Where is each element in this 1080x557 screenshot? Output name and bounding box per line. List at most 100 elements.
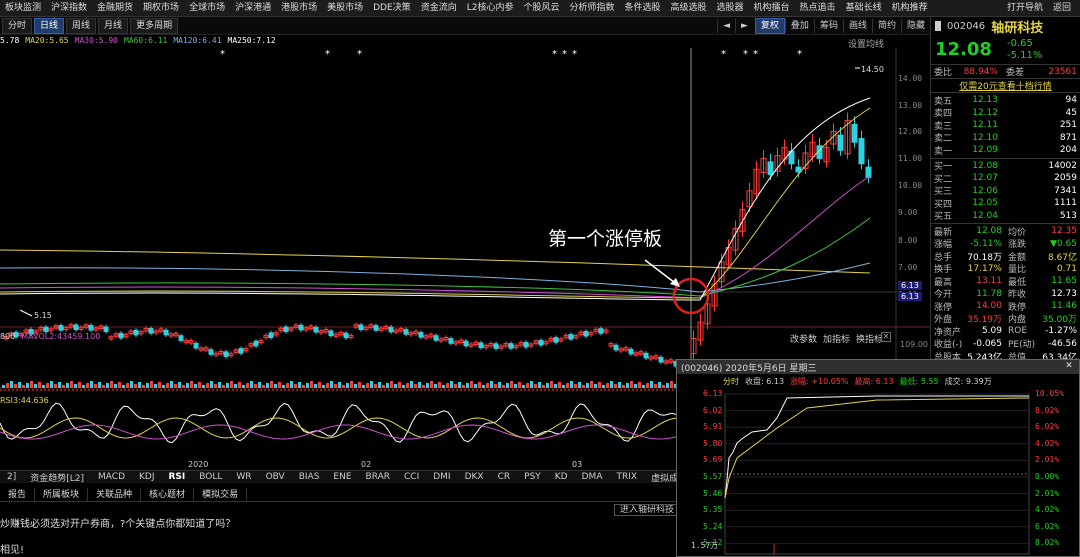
toolbar-button[interactable]: 隐藏	[900, 18, 930, 33]
arrow-left-icon[interactable]: ◄	[717, 18, 735, 33]
event-marker[interactable]: *	[721, 49, 726, 60]
info-tab[interactable]: 所属板块	[35, 488, 89, 501]
indicator-tab[interactable]: KDJ	[132, 472, 162, 482]
panel-toggle-icon[interactable]	[935, 21, 941, 31]
indicator-tab[interactable]: ENE	[326, 472, 358, 482]
event-marker[interactable]: *	[562, 49, 567, 60]
volume-bar	[82, 385, 85, 388]
period-tab[interactable]: 周线	[66, 17, 97, 34]
menu-item[interactable]: 板块监测	[0, 0, 46, 16]
menu-item[interactable]: DDE决策	[368, 0, 416, 16]
info-tab[interactable]: 核心题材	[141, 488, 195, 501]
volume-bar	[126, 383, 129, 388]
indicator-button[interactable]: 改参数	[790, 332, 817, 345]
menu-item[interactable]: 美股市场	[322, 0, 368, 16]
arrow-right-icon[interactable]: ►	[734, 18, 753, 33]
info-tab[interactable]: 关联品种	[88, 488, 142, 501]
indicator-button[interactable]: 换指标	[856, 332, 883, 345]
popup-pct-tick: 8.02%	[1035, 538, 1060, 548]
menu-item[interactable]: 全球市场	[184, 0, 230, 16]
volume-bar	[134, 384, 137, 388]
indicator-tab[interactable]: BOLL	[192, 472, 229, 482]
menu-item[interactable]: 基础长线	[841, 0, 887, 16]
indicator-tab[interactable]: DMI	[426, 472, 457, 482]
indicator-tab[interactable]: TRIX	[609, 472, 644, 482]
indicator-tab[interactable]: PSY	[517, 472, 548, 482]
indicator-tab[interactable]: CCI	[397, 472, 426, 482]
fuquan-button[interactable]: 复权	[754, 17, 785, 34]
info-tab[interactable]: 模拟交易	[194, 488, 248, 501]
indicator-tab[interactable]: OBV	[259, 472, 292, 482]
intraday-chart[interactable]	[677, 388, 1079, 556]
menu-item[interactable]: 港股市场	[276, 0, 322, 16]
menu-item[interactable]: 条件选股	[619, 0, 665, 16]
volume-bar	[442, 385, 445, 388]
event-marker[interactable]: *	[325, 49, 330, 60]
volume-bar	[118, 382, 121, 388]
volume-bar	[322, 385, 325, 388]
indicator-tab[interactable]: BRAR	[359, 472, 397, 482]
news-line-1[interactable]: 炒赚钱必须选对开户券商，?个关键点你都知道了吗？	[0, 515, 235, 530]
event-marker[interactable]: *	[220, 49, 225, 60]
menu-item[interactable]: 金融期货	[92, 0, 138, 16]
time-axis-label: 2020	[188, 460, 209, 469]
upgrade-link[interactable]: 仅需20元查看十档行情	[931, 79, 1080, 93]
menu-item[interactable]: 沪深指数	[46, 0, 92, 16]
indicator-tab[interactable]: 2]	[0, 472, 23, 482]
volume-bar	[182, 385, 185, 388]
close-icon[interactable]: ✕	[1063, 360, 1075, 372]
indicator-tab[interactable]: 资金趋势[L2]	[23, 471, 91, 484]
menu-item[interactable]: 机构擂台	[749, 0, 795, 16]
ma-curve	[0, 107, 871, 299]
quote-level: 买三	[934, 187, 953, 198]
indicator-tab[interactable]: RSI	[162, 472, 193, 482]
menu-item[interactable]: L2核心内参	[462, 0, 519, 16]
enter-stock-button[interactable]: 进入轴研科技	[614, 504, 680, 516]
menu-item[interactable]: 高级选股	[666, 0, 712, 16]
event-marker[interactable]: *	[797, 49, 802, 60]
price-tag: 6.13	[898, 281, 922, 290]
indicator-tab[interactable]: KD	[548, 472, 575, 482]
menu-right-item[interactable]: 打开导航	[1002, 0, 1048, 16]
event-marker[interactable]: *	[357, 49, 362, 60]
info-tab[interactable]: 报告	[0, 488, 36, 501]
indicator-tab[interactable]: CR	[491, 472, 518, 482]
period-tab[interactable]: 分时	[2, 17, 33, 34]
menu-item[interactable]: 沪深港通	[230, 0, 276, 16]
volume-bar	[426, 383, 429, 388]
candle-body	[658, 356, 664, 363]
menu-item[interactable]: 期权市场	[138, 0, 184, 16]
candle-body	[133, 329, 139, 336]
menu-item[interactable]: 分析师指数	[564, 0, 619, 16]
period-tab[interactable]: 更多周期	[130, 17, 179, 34]
close-icon[interactable]: ✕	[881, 332, 891, 342]
event-marker[interactable]: *	[753, 49, 758, 60]
indicator-tab[interactable]: 虚拟成交量	[644, 471, 680, 484]
menu-item[interactable]: 选股器	[712, 0, 749, 16]
toolbar-button[interactable]: 叠加	[784, 18, 814, 33]
indicator-tab[interactable]: MACD	[91, 472, 132, 482]
ma-value: MA30:5.90	[74, 36, 118, 45]
period-tab[interactable]: 日线	[34, 17, 65, 34]
indicator-tab[interactable]: DKX	[458, 472, 491, 482]
period-tab[interactable]: 月线	[98, 17, 129, 34]
popup-tab[interactable]: 分时	[723, 376, 739, 387]
indicator-tab[interactable]: DMA	[575, 472, 610, 482]
indicator-tab[interactable]: WR	[229, 472, 258, 482]
menu-item[interactable]: 个股风云	[518, 0, 564, 16]
indicator-button[interactable]: 加指标	[823, 332, 850, 345]
event-marker[interactable]: *	[743, 49, 748, 60]
popup-price-tick: 5.69	[703, 455, 723, 465]
menu-item[interactable]: 资金流向	[416, 0, 462, 16]
volume-bar	[230, 381, 233, 388]
menu-item[interactable]: 机构推荐	[887, 0, 933, 16]
toolbar-button[interactable]: 简约	[871, 18, 901, 33]
menu-right-item[interactable]: 返回	[1048, 0, 1076, 16]
event-marker[interactable]: *	[552, 49, 557, 60]
indicator-tab[interactable]: BIAS	[292, 472, 327, 482]
candle-body	[403, 329, 409, 335]
event-marker[interactable]: *	[572, 49, 577, 60]
menu-item[interactable]: 热点追击	[795, 0, 841, 16]
toolbar-button[interactable]: 画线	[842, 18, 872, 33]
toolbar-button[interactable]: 筹码	[813, 18, 843, 33]
